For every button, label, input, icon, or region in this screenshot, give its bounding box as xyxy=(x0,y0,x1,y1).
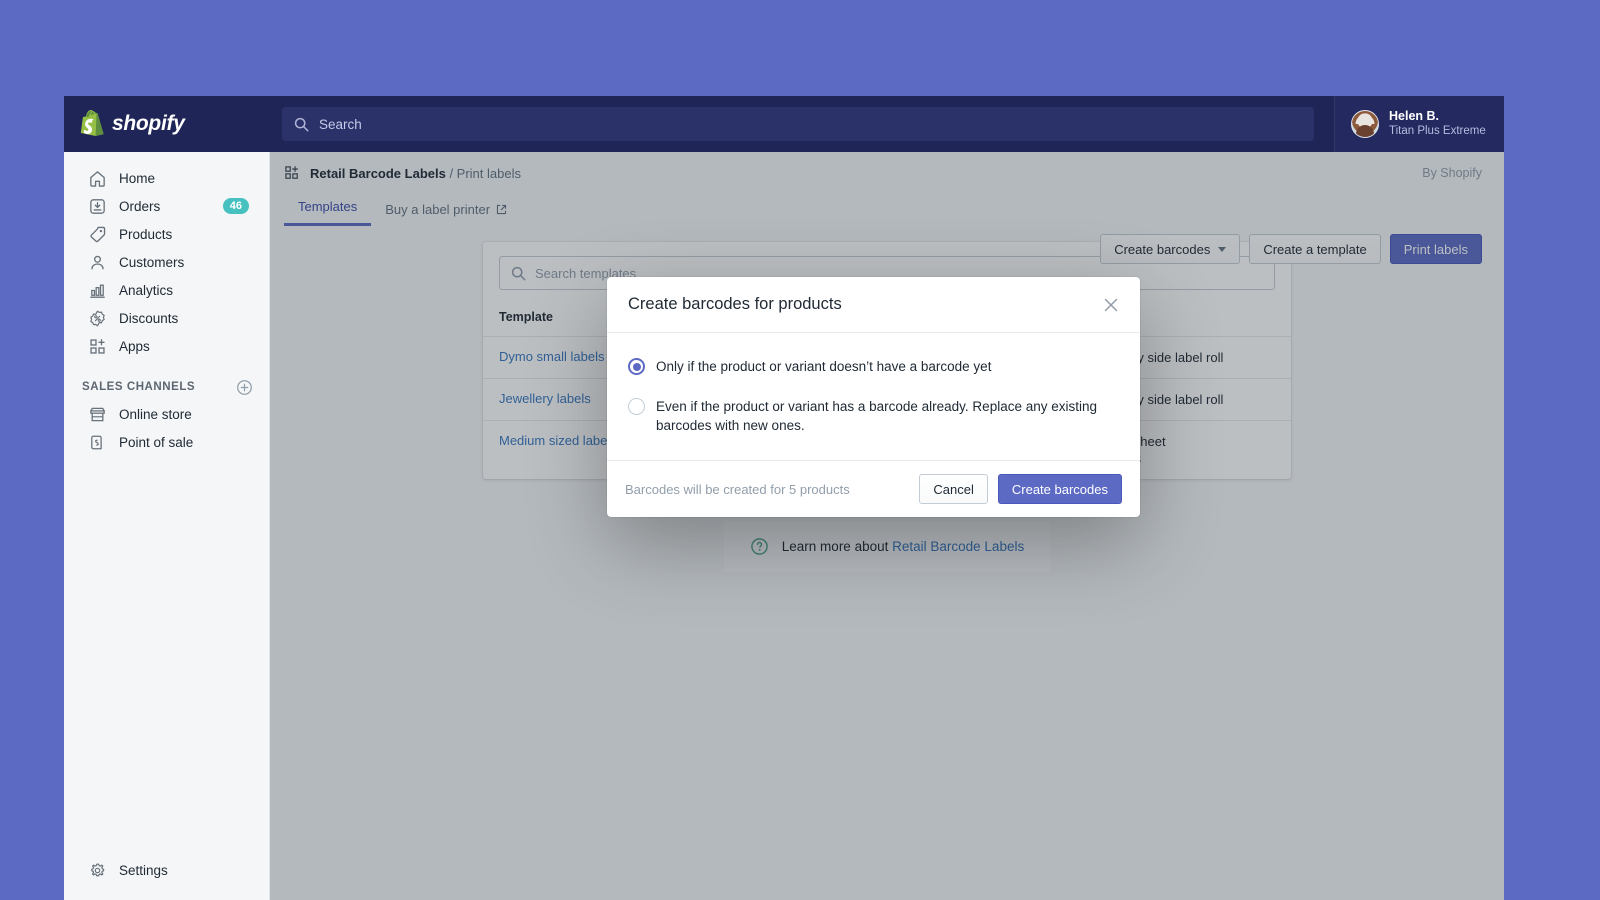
shopify-logo[interactable]: shopify xyxy=(64,96,270,152)
modal-footer-note: Barcodes will be created for 5 products xyxy=(625,482,909,497)
sidebar-item-products[interactable]: Products xyxy=(70,220,263,248)
modal-body: Only if the product or variant doesn’t h… xyxy=(607,333,1140,460)
search-icon xyxy=(294,117,309,132)
confirm-create-barcodes-button[interactable]: Create barcodes xyxy=(998,474,1122,504)
sales-channels-title: SALES CHANNELS xyxy=(82,381,228,393)
create-barcodes-modal: Create barcodes for products Only if the… xyxy=(607,277,1140,517)
user-name: Helen B. xyxy=(1389,109,1486,124)
home-icon xyxy=(88,169,107,188)
sidebar-item-home[interactable]: Home xyxy=(70,164,263,192)
analytics-bar-icon xyxy=(88,281,107,300)
radio-label: Only if the product or variant doesn’t h… xyxy=(656,357,991,376)
discounts-icon xyxy=(88,309,107,328)
sidebar-bottom: Settings xyxy=(64,856,269,900)
shopify-bag-icon xyxy=(78,110,104,139)
radio-button[interactable] xyxy=(628,398,645,415)
sidebar-item-online-store[interactable]: Online store xyxy=(70,400,263,428)
radio-option-only-if-missing[interactable]: Only if the product or variant doesn’t h… xyxy=(628,352,1119,381)
sidebar-item-label: Analytics xyxy=(119,283,249,298)
online-store-icon xyxy=(88,405,107,424)
nav-spacer xyxy=(64,360,269,374)
sidebar-item-discounts[interactable]: Discounts xyxy=(70,304,263,332)
global-search-wrapper: Search xyxy=(270,107,1334,141)
modal-header: Create barcodes for products xyxy=(607,277,1140,333)
user-menu[interactable]: Helen B. Titan Plus Extreme xyxy=(1334,96,1504,152)
sidebar-item-label: Online store xyxy=(119,407,249,422)
top-bar: shopify Search Helen B. Titan Plus Extre… xyxy=(64,96,1504,152)
shopify-admin-window: shopify Search Helen B. Titan Plus Extre… xyxy=(64,96,1504,900)
sidebar-item-apps[interactable]: Apps xyxy=(70,332,263,360)
sidebar-item-label: Settings xyxy=(119,863,249,878)
user-store-name: Titan Plus Extreme xyxy=(1389,124,1486,139)
cancel-button[interactable]: Cancel xyxy=(919,474,987,504)
radio-label: Even if the product or variant has a bar… xyxy=(656,397,1119,435)
products-tag-icon xyxy=(88,225,107,244)
sidebar-item-label: Home xyxy=(119,171,249,186)
modal-scrim[interactable] xyxy=(270,152,1504,900)
sidebar-item-point-of-sale[interactable]: Point of sale xyxy=(70,428,263,456)
apps-icon xyxy=(88,337,107,356)
sales-channels-header: SALES CHANNELS xyxy=(64,374,269,400)
main-content: Retail Barcode Labels / Print labels By … xyxy=(270,152,1504,900)
sidebar: Home Orders 46 Products xyxy=(64,152,270,900)
button-label: Create barcodes xyxy=(1012,482,1108,497)
sidebar-item-label: Customers xyxy=(119,255,249,270)
modal-footer: Barcodes will be created for 5 products … xyxy=(607,460,1140,517)
shopify-wordmark: shopify xyxy=(112,112,185,136)
user-info: Helen B. Titan Plus Extreme xyxy=(1389,109,1486,139)
customers-icon xyxy=(88,253,107,272)
avatar xyxy=(1351,110,1379,138)
button-label: Cancel xyxy=(933,482,973,497)
sidebar-item-customers[interactable]: Customers xyxy=(70,248,263,276)
radio-option-replace-existing[interactable]: Even if the product or variant has a bar… xyxy=(628,392,1119,440)
sidebar-item-label: Discounts xyxy=(119,311,249,326)
radio-button[interactable] xyxy=(628,358,645,375)
global-search-placeholder: Search xyxy=(319,117,362,132)
plus-circle-icon[interactable] xyxy=(236,379,253,396)
sidebar-item-settings[interactable]: Settings xyxy=(70,856,263,884)
point-of-sale-icon xyxy=(88,433,107,452)
gear-icon xyxy=(88,861,107,880)
orders-count-badge: 46 xyxy=(223,198,249,214)
close-icon[interactable] xyxy=(1100,294,1122,316)
sidebar-item-orders[interactable]: Orders 46 xyxy=(70,192,263,220)
sidebar-item-label: Orders xyxy=(119,199,211,214)
sidebar-item-label: Products xyxy=(119,227,249,242)
sidebar-item-analytics[interactable]: Analytics xyxy=(70,276,263,304)
orders-icon xyxy=(88,197,107,216)
sidebar-item-label: Point of sale xyxy=(119,435,249,450)
body-split: Home Orders 46 Products xyxy=(64,152,1504,900)
sidebar-item-label: Apps xyxy=(119,339,249,354)
global-search-input[interactable]: Search xyxy=(282,107,1314,141)
modal-title: Create barcodes for products xyxy=(628,295,1100,314)
